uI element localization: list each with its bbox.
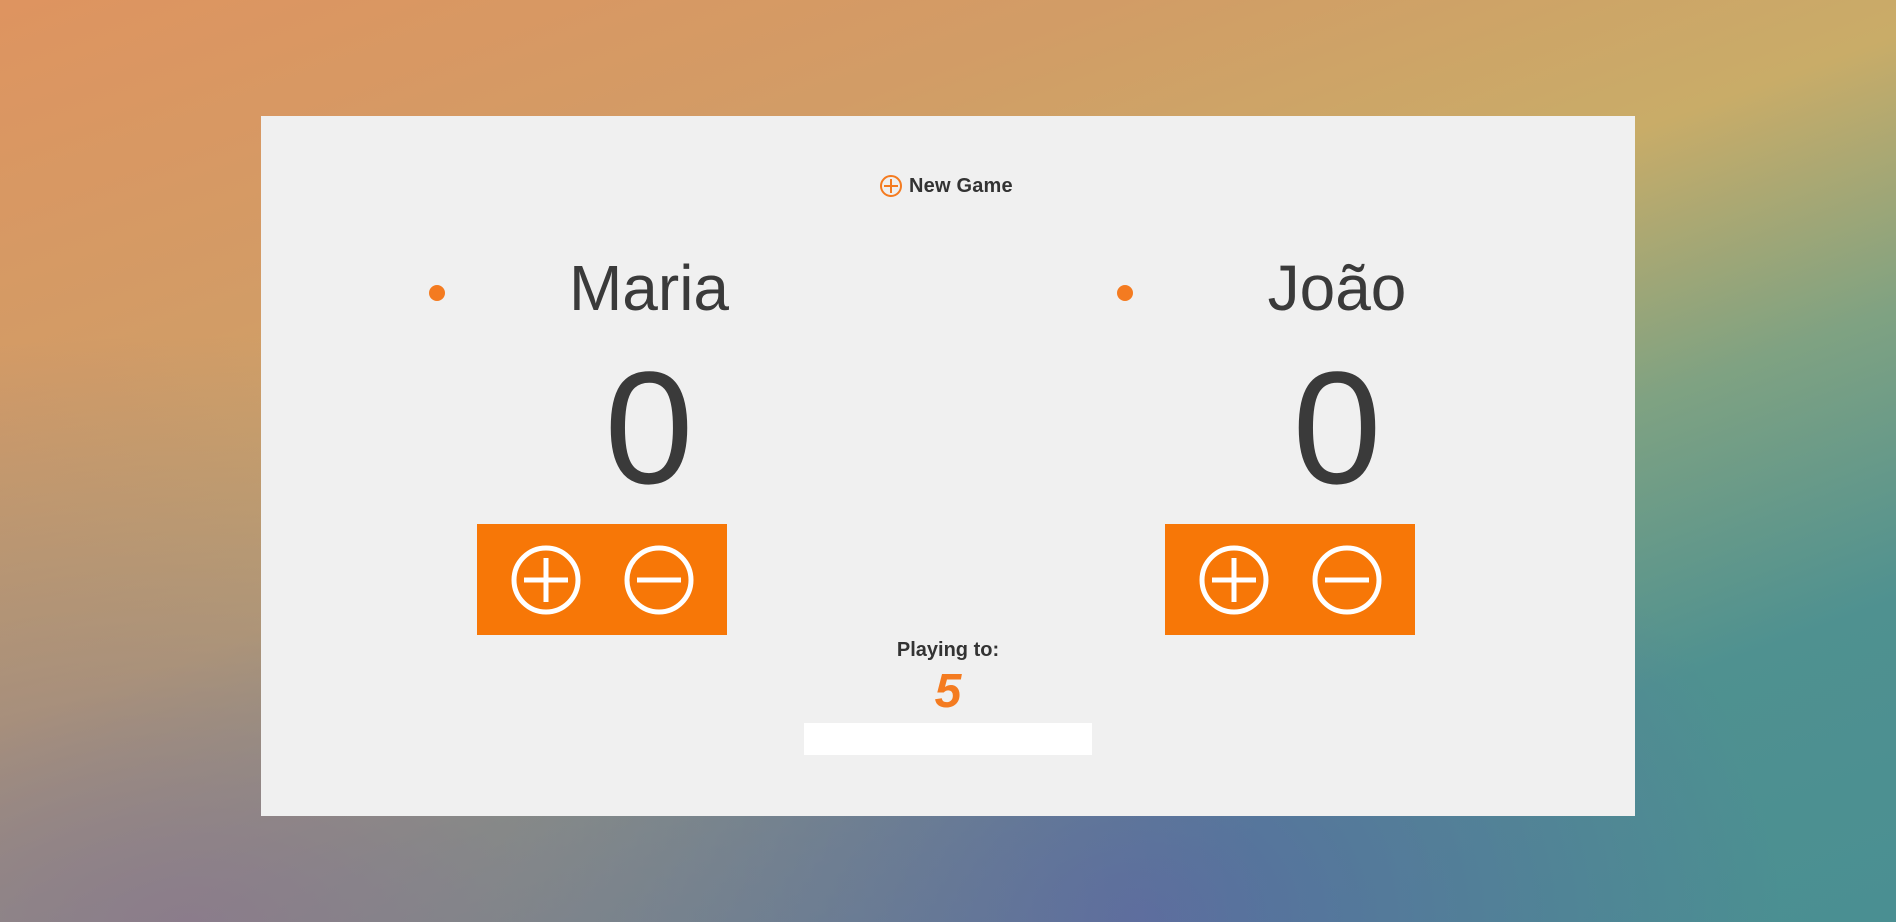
- player-two-controls: [1165, 524, 1415, 635]
- player-two-increment-button[interactable]: [1198, 544, 1270, 616]
- player-one-decrement-button[interactable]: [623, 544, 695, 616]
- target-score-input[interactable]: [804, 723, 1092, 755]
- player-two-score: 0: [1292, 338, 1382, 517]
- plus-circle-icon: [880, 175, 902, 197]
- target-score-section: Playing to: 5: [261, 639, 1635, 716]
- scoreboard-panel: New Game Maria 0 João 0 Playing to: 5: [261, 116, 1635, 816]
- player-one-name[interactable]: Maria: [469, 256, 829, 320]
- player-two-decrement-button[interactable]: [1311, 544, 1383, 616]
- player-two-name[interactable]: João: [1157, 256, 1517, 320]
- new-game-label: New Game: [909, 174, 1013, 197]
- serve-indicator-dot: [429, 285, 445, 301]
- player-one-controls: [477, 524, 727, 635]
- new-game-button[interactable]: New Game: [879, 174, 1013, 198]
- target-score-value: 5: [934, 665, 962, 718]
- player-one-score: 0: [604, 338, 694, 517]
- player-one-increment-button[interactable]: [510, 544, 582, 616]
- serve-indicator-dot: [1117, 285, 1133, 301]
- target-score-label: Playing to:: [896, 639, 1000, 661]
